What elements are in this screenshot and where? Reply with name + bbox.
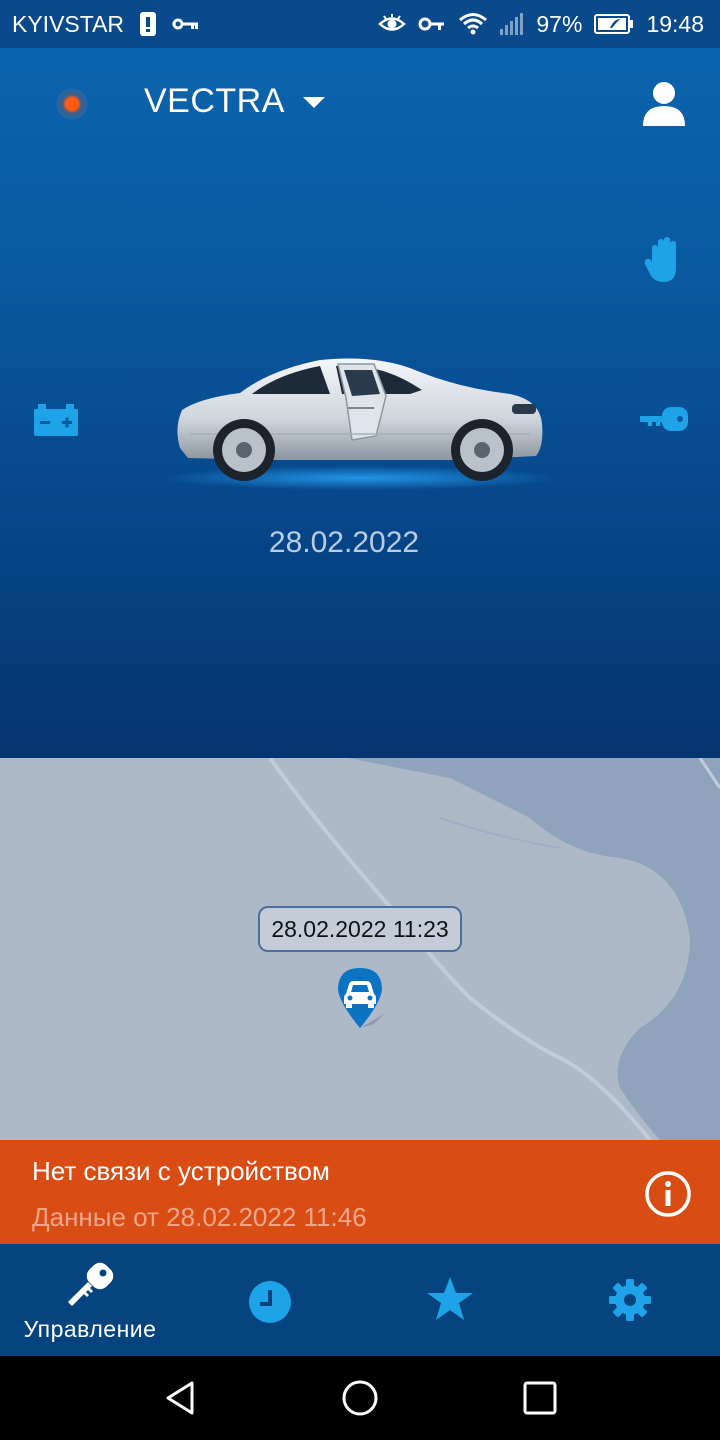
info-icon[interactable] [644,1170,692,1218]
battery-percent: 97% [536,10,583,37]
connection-status-indicator [56,88,88,120]
status-bar: KYIVSTAR 97% 19:48 [0,0,720,48]
clock-time: 19:48 [646,10,704,37]
battery-status-icon [594,13,634,35]
nav-item-favorites[interactable] [360,1244,540,1356]
vpn-key-icon [172,16,200,32]
alert-subtitle: Данные от 28.02.2022 11:46 [32,1202,367,1232]
bottom-navigation: Управление [0,1244,720,1356]
signal-icon [500,13,524,35]
car-pin-icon[interactable] [334,964,386,1030]
map-marker-time: 28.02.2022 11:23 [258,906,462,952]
key-icon [68,1262,114,1306]
nav-item-label: Управление [23,1316,157,1342]
nav-item-control[interactable]: Управление [0,1244,180,1356]
car-image [160,358,560,490]
vehicle-panel: VECTRA 28.02.2022 [0,48,720,758]
last-update-date: 28.02.2022 [268,526,420,559]
gear-icon [609,1279,651,1321]
back-icon[interactable] [162,1380,198,1416]
alert-title: Нет связи с устройством [32,1156,330,1186]
connection-alert-bar: Нет связи с устройством Данные от 28.02.… [0,1140,720,1244]
hand-icon[interactable] [644,236,684,284]
key-icon [418,15,446,33]
chevron-down-icon [302,97,325,108]
clock-icon [249,1281,291,1323]
profile-icon[interactable] [640,78,688,128]
carrier-label: KYIVSTAR [12,10,125,37]
recents-icon[interactable] [522,1380,558,1416]
map-view[interactable]: 28.02.2022 11:23 [0,758,720,1140]
battery-icon [34,404,78,436]
sim-icon [138,10,158,38]
eye-icon [378,13,407,35]
key-icon[interactable] [638,404,690,434]
nav-item-settings[interactable] [540,1244,720,1356]
vehicle-selector[interactable]: VECTRA [144,82,325,121]
home-icon[interactable] [340,1378,380,1418]
system-navigation-bar [0,1356,720,1440]
wifi-icon [458,12,488,36]
vehicle-name: VECTRA [144,82,285,120]
star-icon [427,1277,473,1320]
nav-item-history[interactable] [180,1244,360,1356]
